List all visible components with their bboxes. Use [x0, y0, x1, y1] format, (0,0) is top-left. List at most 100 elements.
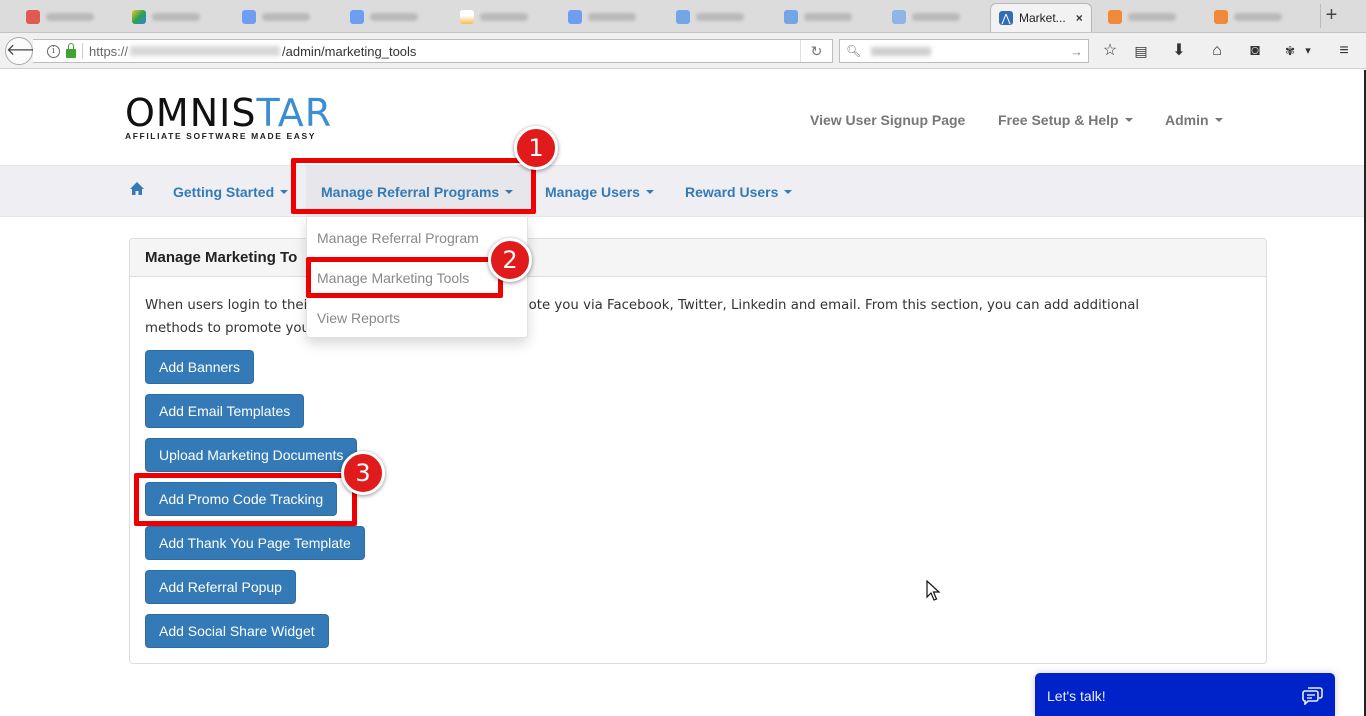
dropdown-item-view-reports[interactable]: View Reports — [317, 310, 400, 326]
free-setup-help-menu[interactable]: Free Setup & Help — [998, 112, 1133, 128]
add-email-templates-button[interactable]: Add Email Templates — [145, 394, 305, 428]
admin-menu[interactable]: Admin — [1165, 112, 1223, 128]
chat-widget[interactable]: Let's talk! — [1035, 673, 1335, 716]
caret-down-icon — [645, 190, 654, 195]
tab-title-blurred — [262, 13, 310, 21]
panel-title: Manage Marketing To — [130, 239, 1266, 277]
nav-getting-started-label: Getting Started — [173, 184, 275, 200]
download-icon[interactable]: ⬇ — [1169, 42, 1189, 60]
browser-tab[interactable] — [560, 4, 644, 30]
upload-marketing-documents-button[interactable]: Upload Marketing Documents — [145, 438, 358, 472]
page-icon — [676, 10, 690, 24]
tab-title-blurred — [480, 13, 528, 21]
home-icon[interactable]: ⌂ — [1207, 42, 1227, 60]
mouse-cursor-icon — [926, 580, 941, 601]
info-icon[interactable]: i — [47, 44, 60, 58]
browser-tab[interactable] — [776, 4, 860, 30]
dropdown-item-manage-referral-program[interactable]: Manage Referral Program — [317, 230, 479, 246]
orange-icon — [1108, 10, 1122, 24]
search-text-blurred — [871, 46, 932, 56]
reading-list-icon[interactable]: ▤ — [1131, 42, 1151, 60]
nav-manage-users-label: Manage Users — [545, 184, 640, 200]
bookmark-star-icon[interactable]: ☆ — [1100, 42, 1120, 60]
page-icon — [784, 10, 798, 24]
browser-tab[interactable] — [668, 4, 752, 30]
browser-tab[interactable] — [884, 4, 968, 30]
tab-title-blurred — [804, 13, 852, 21]
add-banners-button[interactable]: Add Banners — [145, 350, 254, 384]
admin-label: Admin — [1165, 112, 1209, 128]
logo-text-dark: OMNIS — [125, 91, 257, 135]
add-referral-popup-button[interactable]: Add Referral Popup — [145, 570, 296, 604]
pocket-icon[interactable]: ◙ — [1245, 42, 1265, 60]
view-signup-page-link[interactable]: View User Signup Page — [810, 112, 965, 128]
add-social-share-widget-button[interactable]: Add Social Share Widget — [145, 614, 329, 648]
tab-title-blurred — [696, 13, 744, 21]
chat-bubbles-icon — [1302, 687, 1323, 705]
browser-nav-bar: 🡐 i https:// /admin/marketing_tools ↻ 🔍︎… — [0, 33, 1366, 69]
browser-tab[interactable] — [1206, 4, 1290, 30]
caret-down-icon — [1214, 118, 1223, 123]
browser-tab-active[interactable]: ⋀ Market... × — [990, 3, 1092, 32]
tab-title-blurred — [1234, 13, 1282, 21]
browser-tab-bar: ⋀ Market... × + — [0, 0, 1366, 33]
lock-icon — [66, 42, 76, 58]
tab-title-blurred — [370, 13, 418, 21]
step-badge-2: 2 — [488, 238, 532, 282]
nav-reward-users[interactable]: Reward Users — [685, 184, 793, 200]
tab-title-blurred — [588, 13, 636, 21]
extension-icon[interactable]: ✾ — [1280, 42, 1300, 60]
menu-icon[interactable]: ≡ — [1334, 42, 1354, 60]
browser-tab[interactable] — [18, 4, 102, 30]
omnistar-logo[interactable]: OMNISTAR AFFILIATE SOFTWARE MADE EASY — [125, 94, 332, 141]
caret-down-icon — [280, 190, 289, 195]
nav-reward-users-label: Reward Users — [685, 184, 779, 200]
doc-icon — [350, 10, 364, 24]
close-tab-icon[interactable]: × — [1076, 11, 1083, 25]
caret-down-icon — [1124, 118, 1133, 123]
drive-icon — [132, 10, 146, 24]
chevron-down-icon[interactable]: ▾ — [1298, 42, 1318, 60]
reload-icon[interactable]: ↻ — [800, 40, 832, 62]
search-go-icon[interactable]: → — [1070, 44, 1083, 59]
desc-line1-end: le to promote you via Facebook, Twitter,… — [460, 298, 1140, 313]
step-badge-1: 1 — [514, 126, 558, 170]
desc-line2: methods to promote you — [145, 321, 310, 336]
tab-title-blurred — [152, 13, 200, 21]
desc-line1-start: When users login to thei — [145, 298, 308, 313]
browser-tab[interactable] — [234, 4, 318, 30]
doc-icon — [568, 10, 582, 24]
new-tab-button[interactable]: + — [1320, 4, 1342, 28]
gmail-icon — [26, 10, 40, 24]
chat-label: Let's talk! — [1047, 688, 1106, 704]
caret-down-icon — [784, 190, 793, 195]
doc-icon — [242, 10, 256, 24]
search-bar[interactable]: 🔍︎ → — [839, 39, 1089, 63]
free-setup-help-label: Free Setup & Help — [998, 112, 1119, 128]
url-scheme: https:// — [89, 43, 129, 59]
browser-tab[interactable] — [1100, 4, 1184, 30]
image-icon — [460, 10, 474, 24]
highlight-box-1 — [291, 158, 536, 214]
nav-manage-users[interactable]: Manage Users — [545, 184, 654, 200]
tab-title-blurred — [46, 13, 94, 21]
browser-tab[interactable] — [124, 4, 208, 30]
highlight-box-2 — [306, 257, 503, 298]
search-icon: 🔍︎ — [846, 44, 862, 58]
back-button[interactable]: 🡐 — [5, 37, 49, 65]
add-thank-you-page-template-button[interactable]: Add Thank You Page Template — [145, 526, 365, 560]
main-nav: Getting Started Manage Referral Programs… — [0, 165, 1366, 217]
url-path: /admin/marketing_tools — [282, 43, 417, 59]
step-badge-3: 3 — [341, 451, 385, 495]
divider — [82, 43, 83, 59]
nav-getting-started[interactable]: Getting Started — [173, 184, 289, 200]
browser-tab[interactable] — [342, 4, 426, 30]
home-icon[interactable] — [129, 181, 145, 197]
orange-icon — [1214, 10, 1228, 24]
tab-title-blurred — [1128, 13, 1176, 21]
url-bar[interactable]: i https:// /admin/marketing_tools ↻ — [33, 39, 833, 63]
active-tab-title: Market... — [1019, 11, 1066, 25]
browser-tab[interactable] — [452, 4, 536, 30]
logo-text-blue: TAR — [256, 91, 333, 135]
url-host-blurred — [130, 46, 281, 56]
